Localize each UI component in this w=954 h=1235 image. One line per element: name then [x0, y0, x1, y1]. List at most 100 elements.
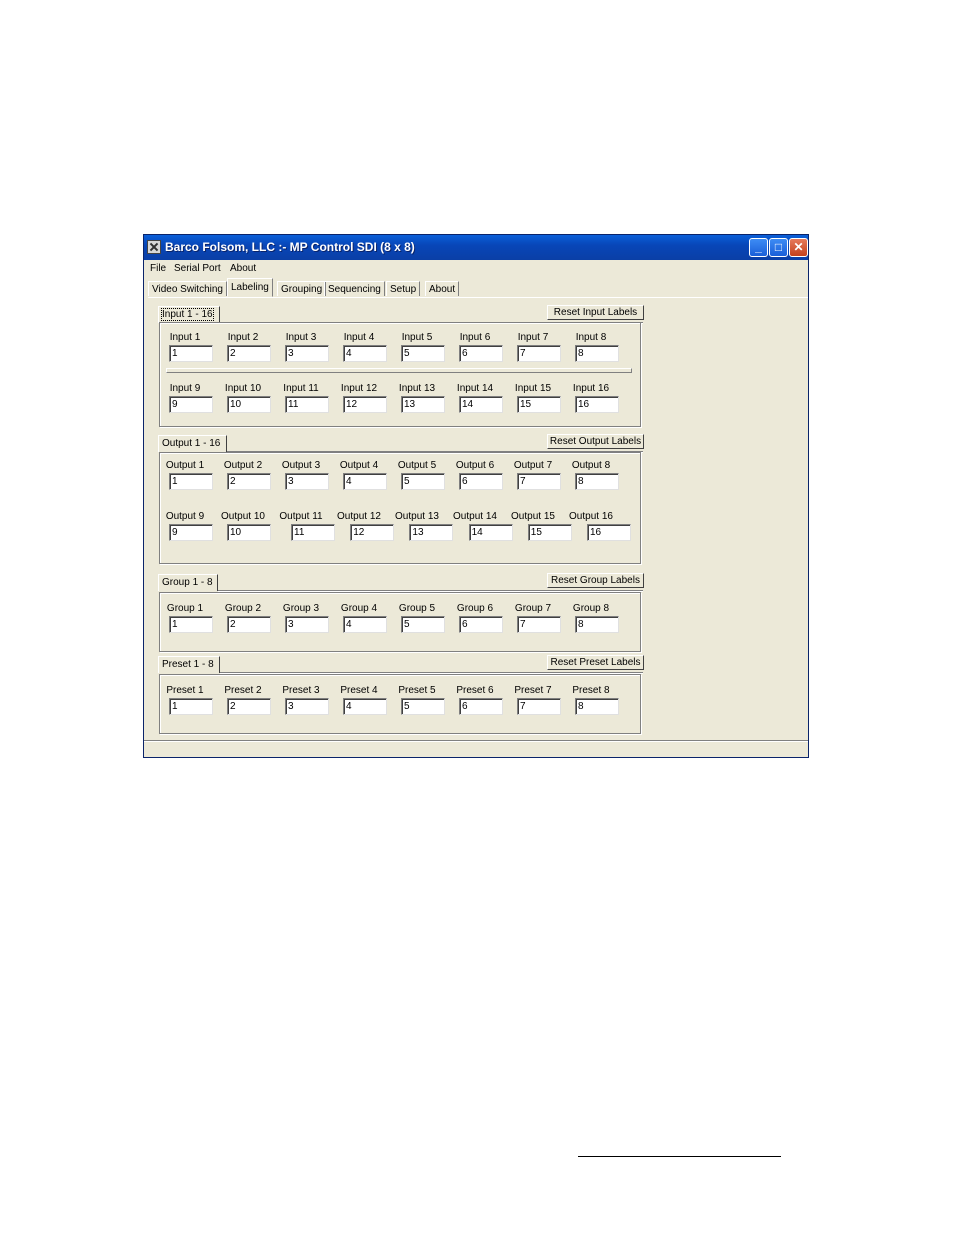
reset-input-labels-button[interactable]: Reset Input Labels [547, 305, 644, 320]
group-label-input[interactable]: 2 [227, 616, 271, 633]
tab-about[interactable]: About [425, 281, 460, 296]
preset-label-input[interactable]: 6 [459, 698, 503, 715]
app-icon[interactable] [147, 240, 161, 254]
group-label-input[interactable]: 3 [285, 616, 329, 633]
input-label-caption: Input 3 [285, 332, 317, 343]
input-label-input[interactable]: 4 [343, 345, 387, 362]
group-label-caption: Group 1 [166, 603, 204, 614]
input-label-input[interactable]: 14 [459, 396, 503, 413]
tab-sequencing[interactable]: Sequencing [324, 281, 385, 296]
preset-range-tab-label: Preset 1 - 8 [162, 659, 214, 670]
preset-label-input[interactable]: 5 [401, 698, 445, 715]
input-label-input[interactable]: 9 [169, 396, 213, 413]
group-label-caption: Group 3 [282, 603, 320, 614]
group-range-tab[interactable]: Group 1 - 8 [158, 574, 218, 591]
group-label-input[interactable]: 8 [575, 616, 619, 633]
minimize-button[interactable]: _ [749, 238, 768, 257]
preset-label-caption: Preset 3 [282, 685, 320, 696]
output-label-input[interactable]: 1 [169, 473, 213, 490]
output-range-tab[interactable]: Output 1 - 16 [158, 435, 227, 452]
input-label-input[interactable]: 13 [401, 396, 445, 413]
input-range-tab-label: Input 1 - 16 [161, 308, 214, 321]
close-button[interactable]: ✕ [789, 238, 808, 257]
output-label-caption: Output 12 [337, 511, 381, 522]
preset-label-input[interactable]: 2 [227, 698, 271, 715]
input-label-input[interactable]: 7 [517, 345, 561, 362]
output-label-input[interactable]: 7 [517, 473, 561, 490]
input-label-input[interactable]: 1 [169, 345, 213, 362]
output-label-input[interactable]: 8 [575, 473, 619, 490]
app-window: Barco Folsom, LLC :- MP Control SDI (8 x… [143, 234, 809, 758]
output-label-input[interactable]: 13 [409, 524, 454, 541]
output-label-input[interactable]: 3 [285, 473, 329, 490]
group-label-input[interactable]: 6 [459, 616, 503, 633]
preset-label-caption: Preset 4 [340, 685, 378, 696]
reset-preset-labels-button[interactable]: Reset Preset Labels [547, 655, 644, 670]
output-label-input[interactable]: 2 [227, 473, 271, 490]
output-label-input[interactable]: 11 [291, 524, 335, 541]
output-label-caption: Output 3 [281, 460, 321, 471]
preset-label-caption: Preset 8 [572, 685, 610, 696]
input-label-input[interactable]: 6 [459, 345, 503, 362]
input-label-input[interactable]: 15 [517, 396, 561, 413]
preset-label-caption: Preset 1 [166, 685, 204, 696]
input-label-input[interactable]: 2 [227, 345, 271, 362]
output-label-caption: Output 1 [165, 460, 205, 471]
preset-label-input[interactable]: 7 [517, 698, 561, 715]
title-bar[interactable]: Barco Folsom, LLC :- MP Control SDI (8 x… [144, 235, 808, 260]
preset-label-input[interactable]: 3 [285, 698, 329, 715]
maximize-button[interactable]: □ [769, 238, 788, 257]
input-label-input[interactable]: 8 [575, 345, 619, 362]
output-label-input[interactable]: 9 [169, 524, 213, 541]
output-label-input[interactable]: 12 [350, 524, 395, 541]
reset-output-labels-button[interactable]: Reset Output Labels [547, 434, 644, 449]
tab-labeling[interactable]: Labeling [227, 278, 273, 297]
output-label-input[interactable]: 16 [587, 524, 631, 541]
output-label-input[interactable]: 5 [401, 473, 445, 490]
menu-file[interactable]: File [150, 263, 166, 274]
input-label-caption: Input 6 [459, 332, 491, 343]
tab-setup[interactable]: Setup [386, 281, 421, 296]
output-label-input[interactable]: 4 [343, 473, 387, 490]
input-label-caption: Input 7 [517, 332, 549, 343]
tab-grouping[interactable]: Grouping [277, 281, 327, 296]
preset-label-caption: Preset 2 [224, 685, 262, 696]
input-label-caption: Input 8 [575, 332, 607, 343]
output-label-input[interactable]: 6 [459, 473, 503, 490]
output-label-caption: Output 16 [569, 511, 613, 522]
output-label-caption: Output 5 [397, 460, 437, 471]
output-label-caption: Output 6 [455, 460, 495, 471]
group-label-input[interactable]: 5 [401, 616, 445, 633]
input-label-caption: Input 16 [572, 383, 610, 394]
group-label-input[interactable]: 4 [343, 616, 387, 633]
input-label-caption: Input 5 [401, 332, 433, 343]
output-label-input[interactable]: 14 [468, 524, 513, 541]
output-label-caption: Output 13 [395, 511, 439, 522]
output-range-tab-label: Output 1 - 16 [162, 438, 221, 449]
menu-bar: File Serial Port About [144, 260, 808, 278]
window-title: Barco Folsom, LLC :- MP Control SDI (8 x… [165, 240, 415, 254]
group-label-input[interactable]: 7 [517, 616, 561, 633]
group-label-input[interactable]: 1 [169, 616, 213, 633]
preset-label-caption: Preset 7 [514, 685, 552, 696]
input-label-input[interactable]: 11 [285, 396, 329, 413]
output-label-input[interactable]: 15 [527, 524, 572, 541]
preset-label-input[interactable]: 4 [343, 698, 387, 715]
menu-serial-port[interactable]: Serial Port [174, 263, 221, 274]
input-row-splitter[interactable] [166, 368, 632, 373]
input-label-input[interactable]: 12 [343, 396, 387, 413]
menu-about[interactable]: About [230, 263, 256, 274]
output-label-caption: Output 15 [511, 511, 555, 522]
input-label-input[interactable]: 3 [285, 345, 329, 362]
preset-label-input[interactable]: 8 [575, 698, 619, 715]
input-range-tab[interactable]: Input 1 - 16 [158, 306, 220, 323]
input-label-input[interactable]: 10 [227, 396, 271, 413]
preset-label-caption: Preset 6 [456, 685, 494, 696]
input-label-input[interactable]: 16 [575, 396, 619, 413]
output-label-input[interactable]: 10 [227, 524, 271, 541]
tab-video-switching[interactable]: Video Switching [148, 281, 227, 296]
preset-range-tab[interactable]: Preset 1 - 8 [158, 656, 220, 673]
input-label-input[interactable]: 5 [401, 345, 445, 362]
reset-group-labels-button[interactable]: Reset Group Labels [547, 573, 644, 588]
preset-label-input[interactable]: 1 [169, 698, 213, 715]
